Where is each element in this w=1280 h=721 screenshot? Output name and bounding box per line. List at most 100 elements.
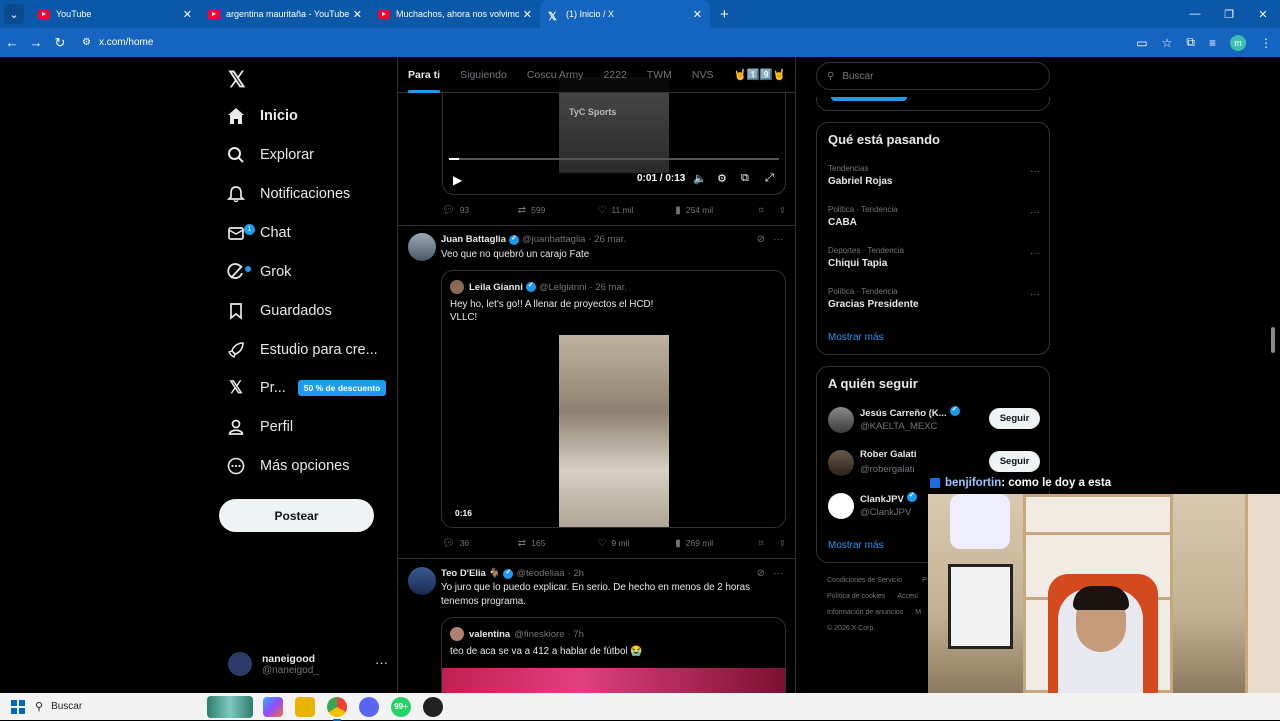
nav-item-mas-opciones[interactable]: Más opciones (226, 451, 349, 481)
subscribe-button[interactable] (831, 97, 907, 101)
footer-link-cookies[interactable]: Política de cookies Accesi (827, 589, 927, 605)
forward-button[interactable]: → (24, 35, 48, 50)
follow-suggestion[interactable]: Jesús Carreño (K... @KAELTA_MEXC Seguir (828, 405, 1040, 435)
new-tab-button[interactable]: + (720, 6, 729, 23)
profile-avatar[interactable]: m (1230, 34, 1246, 51)
trend-item[interactable]: Política · Tendencia Gracias Presidente … (828, 287, 1040, 310)
extensions-icon[interactable]: ⧉ (1186, 35, 1195, 50)
tab-2222[interactable]: 2222 (593, 57, 636, 93)
tweet-date[interactable]: · 2h (568, 568, 584, 579)
browser-tab-argentina[interactable]: argentina mauritaña - YouTube ✕ (200, 0, 370, 28)
account-switcher[interactable]: naneigood @naneigod_ ··· (228, 647, 388, 681)
tab-coscu-army[interactable]: Coscu Army (517, 57, 594, 93)
video-player[interactable]: TyC Sports ▶ 0:01 / 0:13 🔈 ⚙ ⧉ ⤢ (442, 77, 786, 195)
quoted-tweet[interactable]: Leila Gianni @Lelgianni · 26 mar. Hey ho… (441, 270, 786, 528)
nav-item-grok[interactable]: Grok (226, 257, 291, 287)
bookmark-button[interactable]: ⌑ (759, 205, 779, 216)
play-icon[interactable]: ▶ (453, 173, 462, 187)
close-icon[interactable]: ✕ (693, 8, 702, 21)
pip-icon[interactable]: ⧉ (741, 172, 749, 185)
menu-icon[interactable]: ⋮ (1260, 36, 1272, 50)
avatar[interactable] (408, 233, 436, 261)
author-name[interactable]: Juan Battaglia (441, 234, 506, 245)
trend-item[interactable]: Política · Tendencia CABA ··· (828, 205, 1040, 228)
nav-item-perfil[interactable]: Perfil (226, 412, 293, 442)
post-button[interactable]: Postear (219, 499, 374, 532)
browser-tab-x-home[interactable]: 𝕏 (1) Inicio / X ✕ (540, 0, 710, 28)
close-icon[interactable]: ✕ (523, 8, 532, 21)
reply-button[interactable]: 💬︎ 36 (442, 538, 518, 549)
back-button[interactable]: ← (0, 35, 24, 50)
media-icon[interactable]: ≡ (1209, 36, 1216, 50)
obs-icon[interactable] (423, 696, 443, 717)
trend-item[interactable]: Deportes · Tendencia Chiqui Tapia ··· (828, 246, 1040, 269)
restore-button[interactable]: ❐ (1212, 0, 1246, 28)
tab-twm[interactable]: TWM (637, 57, 682, 93)
settings-icon[interactable]: ⚙ (717, 172, 727, 185)
more-icon[interactable]: ··· (773, 568, 783, 579)
author-name[interactable]: Teo D'Elia 🐐 (441, 568, 500, 579)
tab-siguiendo[interactable]: Siguiendo (450, 57, 517, 93)
close-icon[interactable]: ✕ (353, 8, 362, 21)
quote-media[interactable] (442, 668, 785, 693)
nav-item-guardados[interactable]: Guardados (226, 296, 332, 326)
scrollbar-thumb[interactable] (1271, 327, 1275, 353)
minimize-button[interactable]: — (1178, 0, 1212, 28)
bookmark-button[interactable]: ⌑ (759, 538, 779, 549)
windows-start-icon[interactable] (11, 699, 25, 714)
like-button[interactable]: ♡ 9 mil (597, 538, 675, 549)
trend-item[interactable]: Tendencias Gabriel Rojas ··· (828, 164, 1040, 187)
author-handle[interactable]: @teodeliaa (516, 568, 564, 579)
repost-button[interactable]: ⇄ 599 (518, 205, 598, 216)
show-more-link[interactable]: Mostrar más (828, 332, 884, 343)
nav-item-premium[interactable]: 𝕏 Pr... 50 % de descuento (226, 373, 387, 403)
repost-button[interactable]: ⇄ 165 (518, 538, 598, 549)
follow-button[interactable]: Seguir (989, 451, 1040, 472)
show-more-link[interactable]: Mostrar más (828, 540, 884, 551)
more-icon[interactable]: ··· (1030, 166, 1040, 177)
views-button[interactable]: ▮ 254 mil (675, 205, 759, 216)
footer-link-ads[interactable]: Información de anuncios M (827, 605, 927, 621)
follow-suggestion[interactable]: Rober Galati @robergalati Seguir (828, 448, 1040, 478)
more-icon[interactable]: ··· (1030, 289, 1040, 300)
close-icon[interactable]: ✕ (183, 8, 192, 21)
follow-button[interactable]: Seguir (989, 408, 1040, 429)
share-button[interactable]: ⇪ (779, 538, 786, 549)
url-field[interactable]: ⚙ x.com/home (82, 32, 1122, 54)
reload-button[interactable]: ↻ (48, 35, 72, 51)
volume-icon[interactable]: 🔈 (693, 172, 707, 185)
avatar[interactable] (408, 567, 436, 595)
grok-icon[interactable]: ⊘ (757, 568, 765, 579)
whatsapp-icon[interactable]: 99+ (391, 696, 411, 717)
x-logo-icon[interactable]: 𝕏 (228, 67, 246, 93)
author-handle[interactable]: @juanbattaglia (522, 234, 586, 245)
more-icon[interactable]: ··· (773, 234, 783, 245)
share-button[interactable]: ⇪ (779, 205, 786, 216)
widgets-icon[interactable] (207, 695, 253, 718)
search-input[interactable]: ⚲ Buscar (816, 62, 1050, 90)
cast-icon[interactable]: ▭ (1136, 36, 1147, 50)
grok-icon[interactable]: ⊘ (757, 234, 765, 245)
browser-tab-youtube[interactable]: YouTube ✕ (30, 0, 200, 28)
fullscreen-icon[interactable]: ⤢ (765, 172, 774, 185)
views-button[interactable]: ▮ 269 mil (675, 538, 759, 549)
tab-nvs[interactable]: NVS (682, 57, 724, 93)
chrome-icon[interactable] (327, 696, 347, 721)
close-window-button[interactable]: ✕ (1246, 0, 1280, 28)
video-progress-bar[interactable] (449, 158, 779, 160)
tab-search-button[interactable]: ⌄ (4, 4, 24, 24)
more-icon[interactable]: ··· (375, 655, 388, 670)
taskbar-search[interactable]: ⚲ Buscar (35, 696, 215, 718)
nav-item-explorar[interactable]: Explorar (226, 140, 314, 170)
star-icon[interactable]: ☆ (1162, 36, 1173, 50)
like-button[interactable]: ♡ 11 mil (597, 205, 675, 216)
nav-item-notificaciones[interactable]: Notificaciones (226, 179, 350, 209)
nav-item-chat[interactable]: 1 Chat (226, 218, 291, 248)
quoted-tweet[interactable]: valentina @fineskiore · 7h teo de aca se… (441, 617, 786, 693)
tweet-date[interactable]: · 26 mar. (588, 234, 626, 245)
more-icon[interactable]: ··· (1030, 207, 1040, 218)
copilot-icon[interactable] (263, 696, 283, 717)
discord-icon[interactable] (359, 696, 379, 717)
nav-item-estudio[interactable]: Estudio para cre... (226, 335, 378, 365)
quote-video[interactable]: 0:16 (442, 335, 785, 527)
